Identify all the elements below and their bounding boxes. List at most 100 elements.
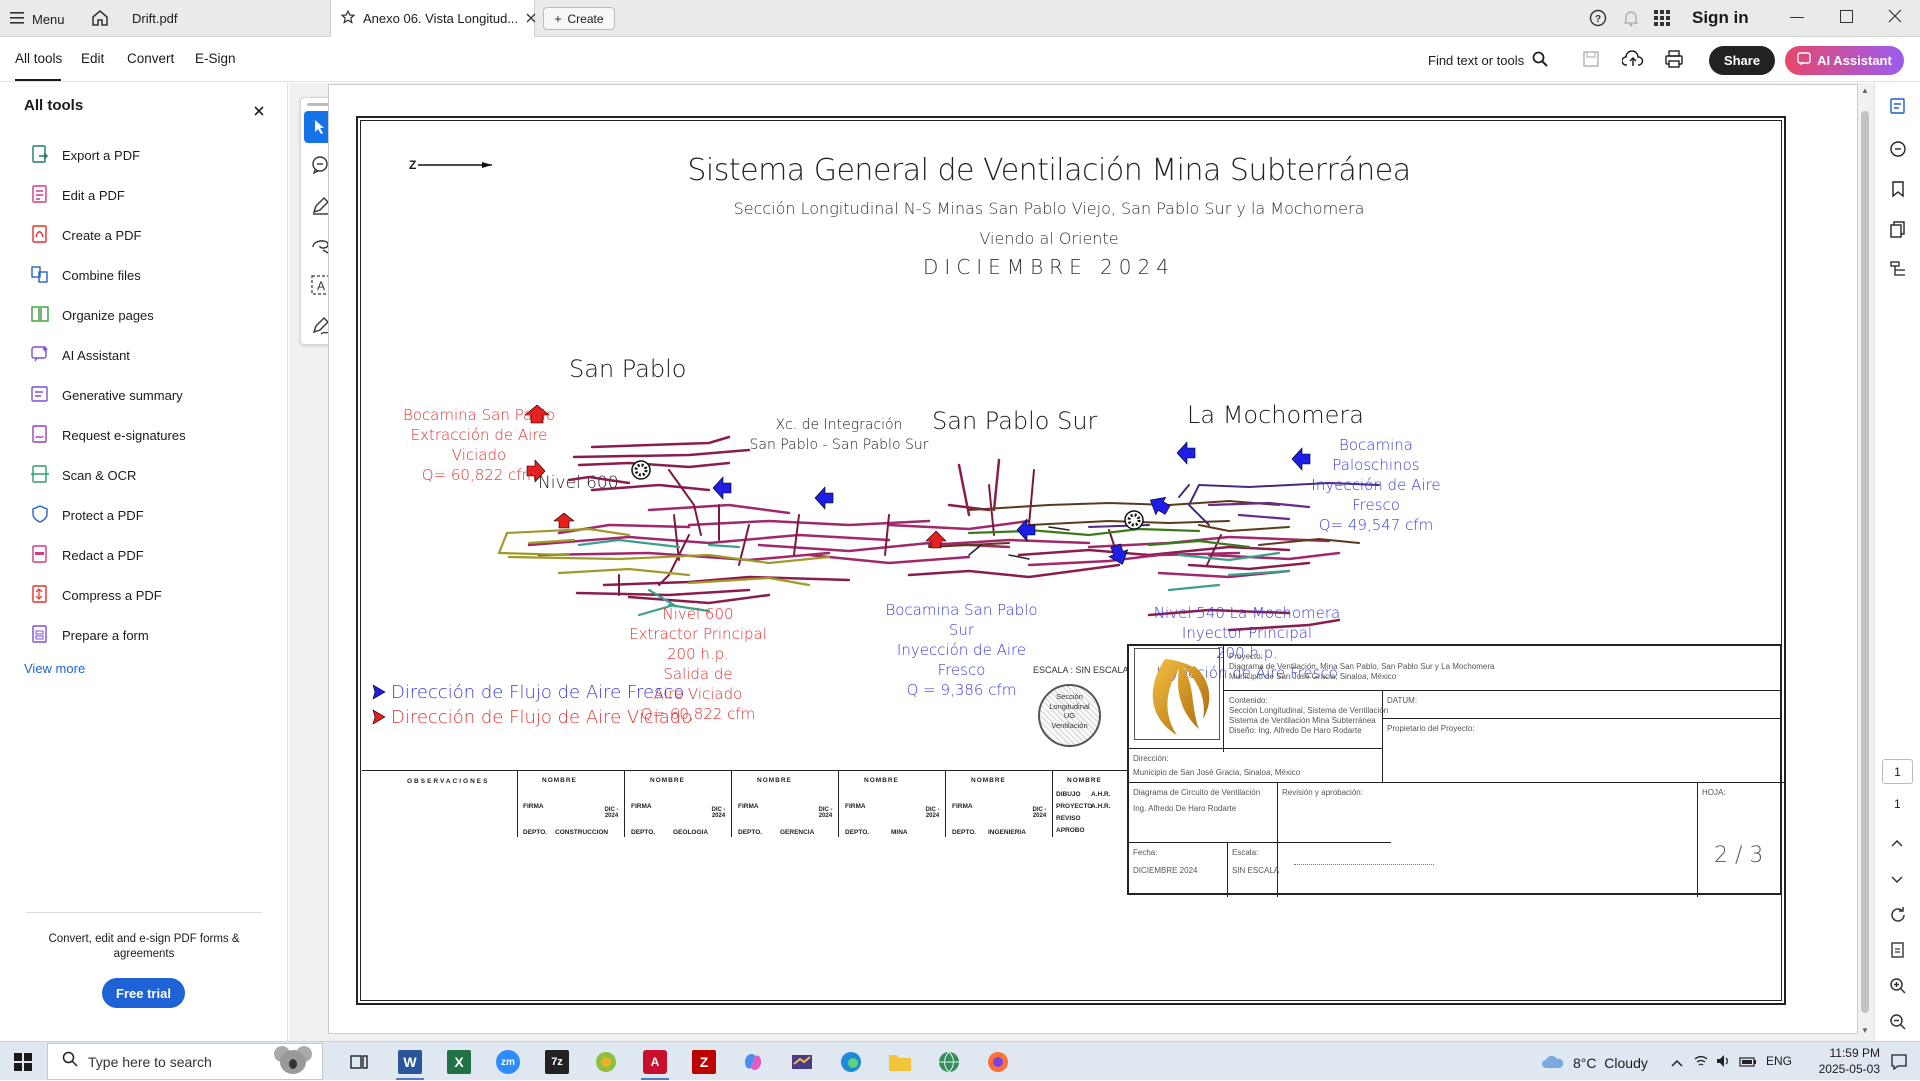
stamp-date-2: DIC - 2024 <box>711 807 726 819</box>
combine-files-icon <box>30 264 62 287</box>
tool-export-pdf[interactable]: Export a PDF <box>30 140 140 170</box>
page-properties-icon[interactable] <box>1889 97 1907 120</box>
find-text-tools[interactable]: Find text or tools <box>1428 51 1548 70</box>
scroll-down-arrow[interactable]: ▼ <box>1861 1026 1869 1035</box>
tool-request-esignatures[interactable]: Request e-signatures <box>30 420 186 450</box>
tool-combine-files[interactable]: Combine files <box>30 260 141 290</box>
windows-start-icon[interactable] <box>14 1053 32 1076</box>
tool-prepare-form[interactable]: Prepare a form <box>30 620 149 650</box>
tool-protect-pdf[interactable]: Protect a PDF <box>30 500 144 530</box>
tool-organize-pages[interactable]: Organize pages <box>30 300 154 330</box>
firefox-app-icon[interactable] <box>986 1050 1010 1079</box>
home-icon[interactable] <box>90 8 110 33</box>
zoom-out-icon[interactable] <box>1889 1013 1907 1036</box>
tb-proyecto-label: Proyecto: <box>1229 652 1263 661</box>
tab-drift[interactable]: Drift.pdf <box>120 0 330 37</box>
protect-pdf-icon <box>30 504 62 527</box>
notification-icon[interactable] <box>1890 1053 1908 1076</box>
n600-line2: Extractor Principal <box>629 625 767 643</box>
menu-esign[interactable]: E-Sign <box>195 51 236 66</box>
initials-proyecto: A.H.R. <box>1091 803 1111 810</box>
star-icon[interactable] <box>340 9 356 27</box>
tool-generative-summary[interactable]: Generative summary <box>30 380 183 410</box>
share-button[interactable]: Share <box>1709 46 1775 75</box>
label-bocamina-paloschinos: Bocamina Paloschinos Inyección de Aire F… <box>1311 435 1441 535</box>
ai-assistant-button[interactable]: AI Assistant <box>1785 46 1904 75</box>
comments-icon[interactable] <box>1889 140 1907 163</box>
sign-in-button[interactable]: Sign in <box>1692 8 1749 28</box>
language-indicator[interactable]: ENG <box>1766 1054 1792 1068</box>
close-panel-icon[interactable] <box>254 103 264 121</box>
taskbar-search-box[interactable]: Type here to search <box>47 1043 323 1080</box>
tb-revision: Revisión y aprobación: <box>1282 788 1363 797</box>
tool-redact-pdf[interactable]: Redact a PDF <box>30 540 144 570</box>
col6-nombre: NOMBRE <box>1067 777 1102 784</box>
ai-sparkle-icon <box>1797 52 1811 69</box>
battery-icon[interactable] <box>1739 1055 1757 1073</box>
page-down-icon[interactable] <box>1890 871 1904 889</box>
thumbnails-icon[interactable] <box>1889 220 1907 243</box>
edge-app-icon[interactable] <box>839 1050 863 1079</box>
page-number-input[interactable]: 1 <box>1882 759 1913 784</box>
vertical-scrollbar[interactable]: ▲ ▼ <box>1858 83 1872 1041</box>
acrobat-app-icon[interactable]: A <box>643 1050 667 1074</box>
save-icon[interactable] <box>1582 50 1600 73</box>
volume-icon[interactable] <box>1716 1054 1732 1073</box>
menu-convert[interactable]: Convert <box>127 51 174 66</box>
bell-icon[interactable] <box>1622 9 1640 32</box>
qgis-app-icon[interactable] <box>594 1050 618 1079</box>
clock[interactable]: 11:59 PM 2025-05-03 <box>1808 1045 1880 1077</box>
refresh-icon[interactable] <box>1889 906 1907 929</box>
zoom-app-icon[interactable]: zm <box>496 1050 520 1074</box>
print-icon[interactable] <box>1664 49 1684 74</box>
task-view-icon[interactable] <box>350 1053 368 1076</box>
excel-app-icon[interactable]: X <box>447 1050 471 1074</box>
apps-grid-icon[interactable] <box>1654 10 1670 31</box>
tool-label: Combine files <box>62 267 141 283</box>
tab-anexo[interactable]: Anexo 06. Vista Longitud... <box>330 0 536 37</box>
tool-compress-pdf[interactable]: Compress a PDF <box>30 580 162 610</box>
scroll-up-arrow[interactable]: ▲ <box>1861 86 1869 95</box>
page-up-icon[interactable] <box>1890 835 1904 853</box>
word-app-icon[interactable]: W <box>398 1050 422 1074</box>
minimize-icon[interactable] <box>1790 17 1804 18</box>
zip-app-icon[interactable]: 7z <box>545 1050 569 1074</box>
tool-edit-pdf[interactable]: Edit a PDF <box>30 180 125 210</box>
mining-app-icon[interactable] <box>790 1050 814 1079</box>
globe-app-icon[interactable] <box>937 1050 961 1079</box>
stamp-line3: UG <box>1063 711 1076 720</box>
panel-divider <box>26 912 262 913</box>
page-fit-icon[interactable] <box>1889 941 1907 964</box>
help-icon[interactable]: ? <box>1589 9 1607 32</box>
menu-button[interactable]: Menu <box>10 9 65 29</box>
tool-ai-assistant[interactable]: AI Assistant <box>30 340 130 370</box>
zoom-in-icon[interactable] <box>1889 977 1907 1000</box>
col-group-4: NOMBRE FIRMA DEPTO. MINA <box>838 771 945 837</box>
tb-contenido-1: Sección Longitudinal, Sistema de Ventila… <box>1229 706 1389 715</box>
bookmarks-icon[interactable] <box>1889 180 1907 203</box>
close-window-icon[interactable] <box>1888 9 1902 28</box>
close-icon[interactable] <box>526 11 536 26</box>
copilot-app-icon[interactable] <box>741 1050 765 1079</box>
free-trial-button[interactable]: Free trial <box>102 978 185 1008</box>
hamburger-icon <box>10 11 26 28</box>
filezilla-app-icon[interactable]: Z <box>692 1050 716 1074</box>
menu-edit[interactable]: Edit <box>81 51 104 66</box>
section-stamp: Sección Longitudinal UG Ventilación <box>1038 684 1101 747</box>
menu-all-tools[interactable]: All tools <box>15 51 62 66</box>
scroll-thumb[interactable] <box>1861 111 1869 1013</box>
tool-create-pdf[interactable]: Create a PDF <box>30 220 141 250</box>
restore-icon[interactable] <box>1840 10 1853 23</box>
wifi-icon[interactable] <box>1693 1054 1709 1073</box>
view-more-link[interactable]: View more <box>24 661 85 676</box>
tb-hline2 <box>1382 718 1782 719</box>
weather-widget[interactable]: 8°C Cloudy <box>1541 1053 1648 1072</box>
create-button[interactable]: + Create <box>543 7 615 30</box>
upload-cloud-icon[interactable] <box>1621 49 1644 74</box>
layers-icon[interactable] <box>1889 260 1907 283</box>
tb-ing: Ing. Alfredo De Haro Rodarte <box>1133 804 1237 813</box>
tray-chevron-icon[interactable] <box>1670 1055 1684 1073</box>
legend-vitiated-air: Dirección de Flujo de Aire Viciado <box>391 707 693 728</box>
file-explorer-icon[interactable] <box>888 1051 912 1078</box>
tool-scan-ocr[interactable]: Scan & OCR <box>30 460 136 490</box>
